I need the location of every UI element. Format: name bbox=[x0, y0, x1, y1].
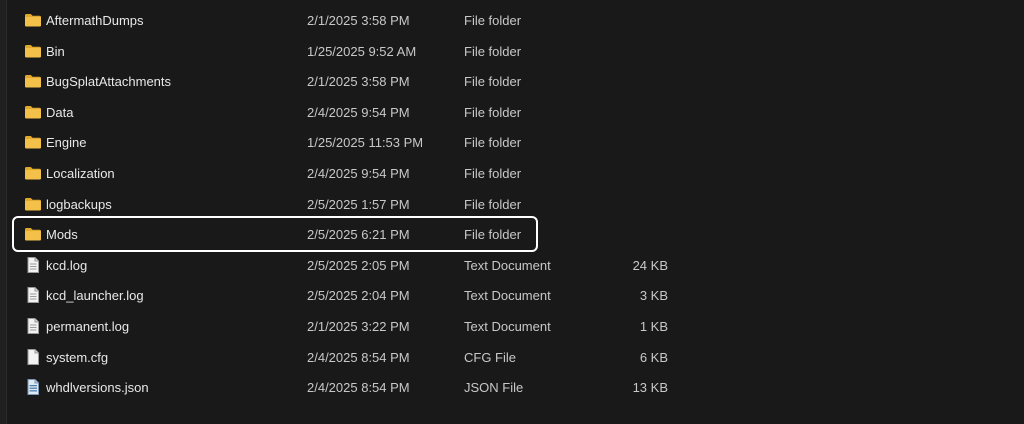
file-type: File folder bbox=[464, 104, 522, 120]
folder-icon bbox=[24, 165, 42, 181]
file-type: Text Document bbox=[464, 257, 551, 273]
file-size: 3 KB bbox=[639, 288, 668, 304]
file-date-modified: 2/4/2025 9:54 PM bbox=[307, 165, 410, 181]
file-row-kcd-launcher-log[interactable]: kcd_launcher.log 2/5/2025 2:04 PM Text Doc… bbox=[0, 280, 1024, 311]
file-date-modified: 2/5/2025 1:57 PM bbox=[307, 196, 410, 212]
file-type: File folder bbox=[464, 196, 522, 212]
text-document-icon bbox=[24, 287, 42, 304]
file-type: Text Document bbox=[464, 288, 551, 304]
file-row-data[interactable]: Data 2/4/2025 9:54 PM File folder bbox=[0, 97, 1024, 128]
file-type: JSON File bbox=[464, 380, 524, 396]
file-name: whdlversions.json bbox=[46, 380, 149, 396]
file-date-modified: 2/5/2025 6:21 PM bbox=[307, 227, 410, 243]
folder-icon bbox=[24, 226, 42, 242]
file-row-logbackups[interactable]: logbackups 2/5/2025 1:57 PM File folder bbox=[0, 189, 1024, 220]
file-date-modified: 2/1/2025 3:22 PM bbox=[307, 318, 410, 334]
text-document-icon bbox=[24, 256, 42, 273]
folder-icon bbox=[24, 104, 42, 120]
file-size: 1 KB bbox=[639, 318, 668, 334]
folder-icon bbox=[24, 196, 42, 212]
file-type: File folder bbox=[464, 135, 522, 151]
file-row-mods[interactable]: Mods 2/5/2025 6:21 PM File folder bbox=[0, 219, 1024, 250]
file-date-modified: 1/25/2025 11:53 PM bbox=[307, 135, 424, 151]
file-name: kcd_launcher.log bbox=[46, 288, 144, 304]
file-icon bbox=[24, 348, 42, 365]
file-name: logbackups bbox=[46, 196, 112, 212]
file-row-aftermathdumps[interactable]: AftermathDumps 2/1/2025 3:58 PM File folde… bbox=[0, 5, 1024, 36]
text-document-icon bbox=[24, 317, 42, 334]
file-row-whdlversions-json[interactable]: whdlversions.json 2/4/2025 8:54 PM JSON Fi… bbox=[0, 372, 1024, 403]
file-type: File folder bbox=[464, 13, 522, 28]
file-type: File folder bbox=[464, 43, 522, 59]
folder-icon bbox=[24, 12, 42, 28]
file-date-modified: 2/1/2025 3:58 PM bbox=[307, 74, 410, 90]
file-date-modified: 2/4/2025 8:54 PM bbox=[307, 349, 410, 365]
file-date-modified: 2/4/2025 9:54 PM bbox=[307, 104, 410, 120]
file-name: kcd.log bbox=[46, 257, 88, 273]
folder-icon bbox=[24, 73, 42, 89]
json-file-icon bbox=[24, 379, 42, 396]
file-date-modified: 1/25/2025 9:52 AM bbox=[307, 43, 417, 59]
file-name: Localization bbox=[46, 165, 115, 181]
folder-icon bbox=[24, 134, 42, 150]
file-date-modified: 2/1/2025 3:58 PM bbox=[307, 13, 410, 28]
file-type: CFG File bbox=[464, 349, 516, 365]
file-type: File folder bbox=[464, 74, 522, 90]
folder-icon bbox=[24, 43, 42, 59]
file-row-localization[interactable]: Localization 2/4/2025 9:54 PM File folder bbox=[0, 158, 1024, 189]
file-row-kcd-log[interactable]: kcd.log 2/5/2025 2:05 PM Text Document 24 K… bbox=[0, 250, 1024, 281]
file-row-system-cfg[interactable]: system.cfg 2/4/2025 8:54 PM CFG File 6 KB bbox=[0, 342, 1024, 373]
file-row-bin[interactable]: Bin 1/25/2025 9:52 AM File folder bbox=[0, 36, 1024, 67]
file-name: Engine bbox=[46, 135, 87, 151]
file-size: 24 KB bbox=[632, 257, 668, 273]
file-type: File folder bbox=[464, 165, 522, 181]
file-date-modified: 2/4/2025 8:54 PM bbox=[307, 380, 410, 396]
file-name: permanent.log bbox=[46, 318, 130, 334]
file-name: Data bbox=[46, 104, 74, 120]
file-row-bugsplatattachments[interactable]: BugSplatAttachments 2/1/2025 3:58 PM File … bbox=[0, 66, 1024, 97]
file-type: Text Document bbox=[464, 318, 551, 334]
file-type: File folder bbox=[464, 227, 522, 243]
file-size: 13 KB bbox=[632, 380, 668, 396]
file-row-permanent-log[interactable]: permanent.log 2/1/2025 3:22 PM Text Docume… bbox=[0, 311, 1024, 342]
file-name: system.cfg bbox=[46, 349, 109, 365]
file-name: AftermathDumps bbox=[46, 13, 144, 28]
file-name: Mods bbox=[46, 227, 78, 243]
file-name: Bin bbox=[46, 43, 65, 59]
file-row-engine[interactable]: Engine 1/25/2025 11:53 PM File folder bbox=[0, 127, 1024, 158]
file-date-modified: 2/5/2025 2:04 PM bbox=[307, 288, 410, 304]
file-name: BugSplatAttachments bbox=[46, 74, 172, 90]
file-date-modified: 2/5/2025 2:05 PM bbox=[307, 257, 410, 273]
file-list: AftermathDumps 2/1/2025 3:58 PM File folde… bbox=[0, 5, 1024, 403]
file-size: 6 KB bbox=[639, 349, 668, 365]
